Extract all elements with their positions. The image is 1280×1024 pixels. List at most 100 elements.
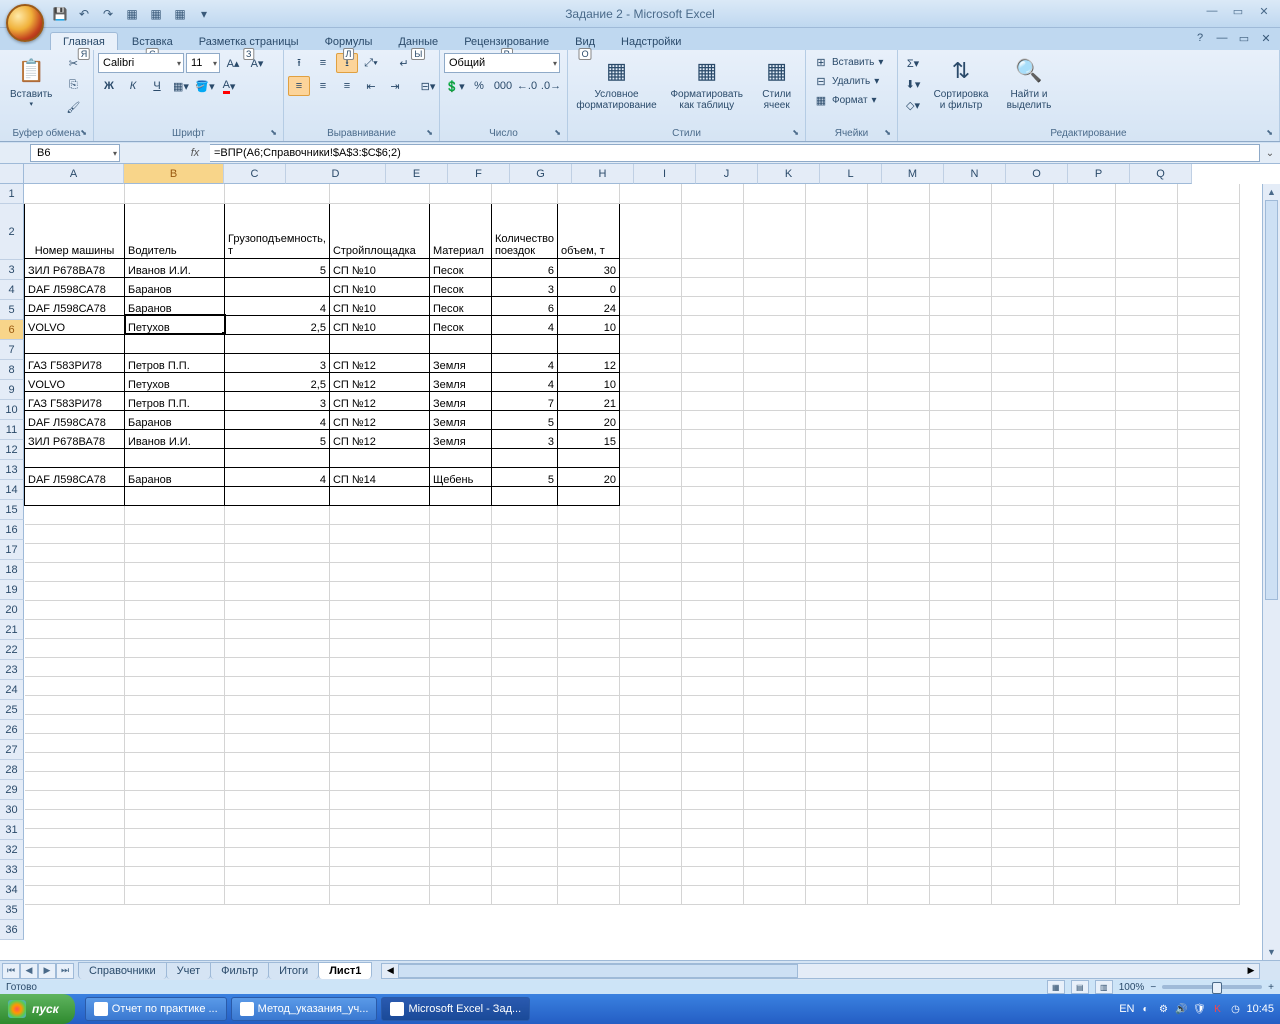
cell-G2[interactable]: объем, т [558,203,620,258]
cell-C21[interactable] [225,600,330,619]
cell-E5[interactable]: Песок [429,296,491,315]
cell-K1[interactable] [806,184,868,203]
cell-I18[interactable] [682,543,744,562]
cell-M13[interactable] [930,448,992,467]
cell-A29[interactable] [25,752,125,771]
cells-area[interactable]: Номер машиныВодительГрузоподъемность, тС… [24,184,1240,960]
cell-E21[interactable] [429,600,491,619]
cell-I27[interactable] [682,714,744,733]
cell-A31[interactable] [25,790,125,809]
cell-B5[interactable]: Баранов [125,296,225,315]
cell-E31[interactable] [429,790,491,809]
cell-D28[interactable] [329,733,429,752]
zoom-out[interactable]: − [1150,982,1156,993]
cell-O20[interactable] [1054,581,1116,600]
cell-G8[interactable]: 12 [558,353,620,372]
cell-B10[interactable]: Петров П.П. [125,391,225,410]
cell-Q24[interactable] [1178,657,1240,676]
cell-H19[interactable] [620,562,682,581]
cell-K25[interactable] [806,676,868,695]
cell-D31[interactable] [329,790,429,809]
cell-A15[interactable] [25,486,125,505]
cell-A10[interactable]: ГАЗ Г583РИ78 [25,391,125,410]
cell-O13[interactable] [1054,448,1116,467]
cell-A19[interactable] [25,562,125,581]
cell-H20[interactable] [620,581,682,600]
orientation[interactable]: ⤢▾ [360,53,382,73]
cell-I32[interactable] [682,809,744,828]
conditional-formatting-button[interactable]: ▦Условное форматирование [572,53,661,113]
cell-B12[interactable]: Иванов И.И. [125,429,225,448]
cell-C29[interactable] [225,752,330,771]
cell-M16[interactable] [930,505,992,524]
format-cells-button[interactable]: ▦Формат ▾ [810,91,887,109]
cell-O21[interactable] [1054,600,1116,619]
tab-addins[interactable]: Надстройки [609,33,693,50]
cell-C9[interactable]: 2,5 [225,372,330,391]
cell-K8[interactable] [806,353,868,372]
cell-J6[interactable] [744,315,806,334]
cell-N17[interactable] [992,524,1054,543]
cell-K36[interactable] [806,885,868,904]
cell-L1[interactable] [868,184,930,203]
cell-O14[interactable] [1054,467,1116,486]
cell-O18[interactable] [1054,543,1116,562]
cell-H14[interactable] [620,467,682,486]
cell-E11[interactable]: Земля [429,410,491,429]
cell-D1[interactable] [329,184,429,203]
cell-B27[interactable] [125,714,225,733]
cell-N32[interactable] [992,809,1054,828]
cell-L19[interactable] [868,562,930,581]
sheet-prev[interactable]: ◀ [20,963,38,979]
cell-D19[interactable] [329,562,429,581]
cell-H5[interactable] [620,296,682,315]
cell-K4[interactable] [806,277,868,296]
tab-page-layout[interactable]: Разметка страницыЗ [187,33,311,50]
cell-N26[interactable] [992,695,1054,714]
percent-format[interactable]: % [468,76,490,96]
row-header-32[interactable]: 32 [0,840,24,860]
cell-F1[interactable] [491,184,557,203]
cell-M12[interactable] [930,429,992,448]
cell-H9[interactable] [620,372,682,391]
cell-B35[interactable] [125,866,225,885]
sheet-tab-Лист1[interactable]: Лист1 [318,962,372,979]
cell-I21[interactable] [682,600,744,619]
cell-M24[interactable] [930,657,992,676]
cell-D18[interactable] [329,543,429,562]
cell-J21[interactable] [744,600,806,619]
tray-icon[interactable]: 🛡 [1192,1002,1206,1016]
cell-H27[interactable] [620,714,682,733]
cell-J5[interactable] [744,296,806,315]
cell-G27[interactable] [558,714,620,733]
row-header-24[interactable]: 24 [0,680,24,700]
cell-G31[interactable] [558,790,620,809]
cell-I25[interactable] [682,676,744,695]
cell-C24[interactable] [225,657,330,676]
cell-O15[interactable] [1054,486,1116,505]
cell-H36[interactable] [620,885,682,904]
row-header-11[interactable]: 11 [0,420,24,440]
cell-M28[interactable] [930,733,992,752]
cell-K19[interactable] [806,562,868,581]
format-as-table-button[interactable]: ▦Форматировать как таблицу [665,53,748,113]
cell-D12[interactable]: СП №12 [329,429,429,448]
cell-B6[interactable]: Петухов [125,315,225,334]
cell-P24[interactable] [1116,657,1178,676]
cell-M25[interactable] [930,676,992,695]
cell-C12[interactable]: 5 [225,429,330,448]
cell-L25[interactable] [868,676,930,695]
row-header-21[interactable]: 21 [0,620,24,640]
cell-Q21[interactable] [1178,600,1240,619]
cell-P14[interactable] [1116,467,1178,486]
cell-F12[interactable]: 3 [491,429,557,448]
cell-I33[interactable] [682,828,744,847]
cell-A27[interactable] [25,714,125,733]
row-header-35[interactable]: 35 [0,900,24,920]
sheet-tab-Учет[interactable]: Учет [166,962,212,979]
qat-table3[interactable]: ▦ [170,4,190,24]
cell-G17[interactable] [558,524,620,543]
cell-L14[interactable] [868,467,930,486]
tray-clock[interactable]: 10:45 [1246,1003,1274,1015]
cell-J29[interactable] [744,752,806,771]
